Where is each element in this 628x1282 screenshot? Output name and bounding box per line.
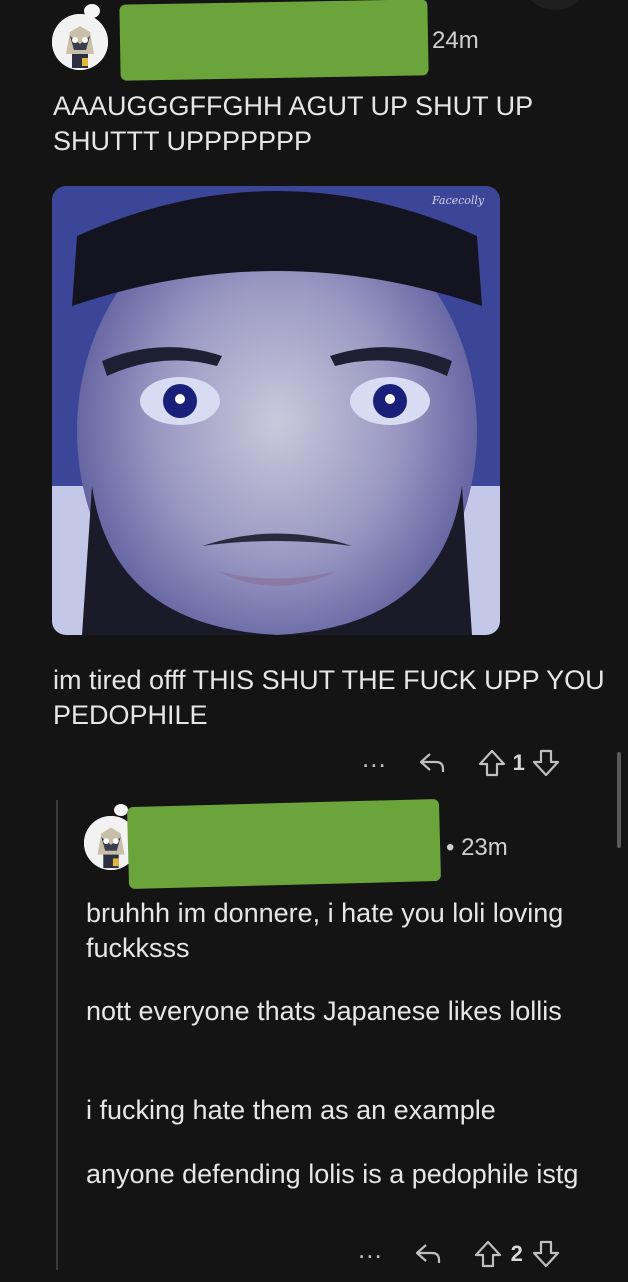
- user-avatar[interactable]: [52, 14, 108, 70]
- comment-actions: ... 1: [362, 743, 561, 780]
- avatar-icon: [52, 14, 108, 70]
- downvote-icon[interactable]: [531, 1239, 561, 1269]
- top-edge-circle: [520, 0, 590, 10]
- reply-icon[interactable]: [413, 1239, 443, 1269]
- reply-paragraph-3: i fucking hate them as an example: [86, 1095, 496, 1125]
- upvote-icon[interactable]: [473, 1239, 503, 1269]
- upvote-icon[interactable]: [477, 748, 507, 778]
- scrollbar[interactable]: [617, 752, 621, 848]
- upvote-count: 1: [512, 750, 525, 775]
- comment-paragraph-1: AAAUGGGFFGHH AGUT UP SHUT UP SHUTTT UPPP…: [53, 91, 533, 156]
- comment-paragraph-2: im tired offf THIS SHUT THE FUCK UPP YOU…: [53, 665, 605, 730]
- tiny-avatar-badge: [114, 804, 128, 816]
- more-options-button[interactable]: ...: [358, 1234, 383, 1265]
- upvote-count: 2: [510, 1241, 523, 1266]
- redacted-username: [119, 0, 429, 81]
- media-watermark: Facecolly: [431, 194, 485, 207]
- reply-timestamp: • 23m: [446, 834, 508, 861]
- tiny-avatar-badge: [84, 4, 100, 18]
- redacted-username: [126, 798, 442, 890]
- reply-paragraph-4: anyone defending lolis is a pedophile is…: [86, 1159, 579, 1189]
- reply-icon[interactable]: [417, 748, 447, 778]
- reply-paragraph-1: bruhhh im donnere, i hate you loli lovin…: [86, 898, 564, 963]
- comment-timestamp: 24m: [432, 27, 479, 54]
- more-options-button[interactable]: ...: [362, 743, 387, 774]
- reply-paragraph-2: nott everyone thats Japanese likes lolli…: [86, 996, 562, 1026]
- thread-line[interactable]: [56, 800, 58, 1270]
- reply-actions: ... 2: [358, 1234, 561, 1271]
- comment-image[interactable]: Facecolly: [52, 186, 500, 635]
- downvote-icon[interactable]: [531, 748, 561, 778]
